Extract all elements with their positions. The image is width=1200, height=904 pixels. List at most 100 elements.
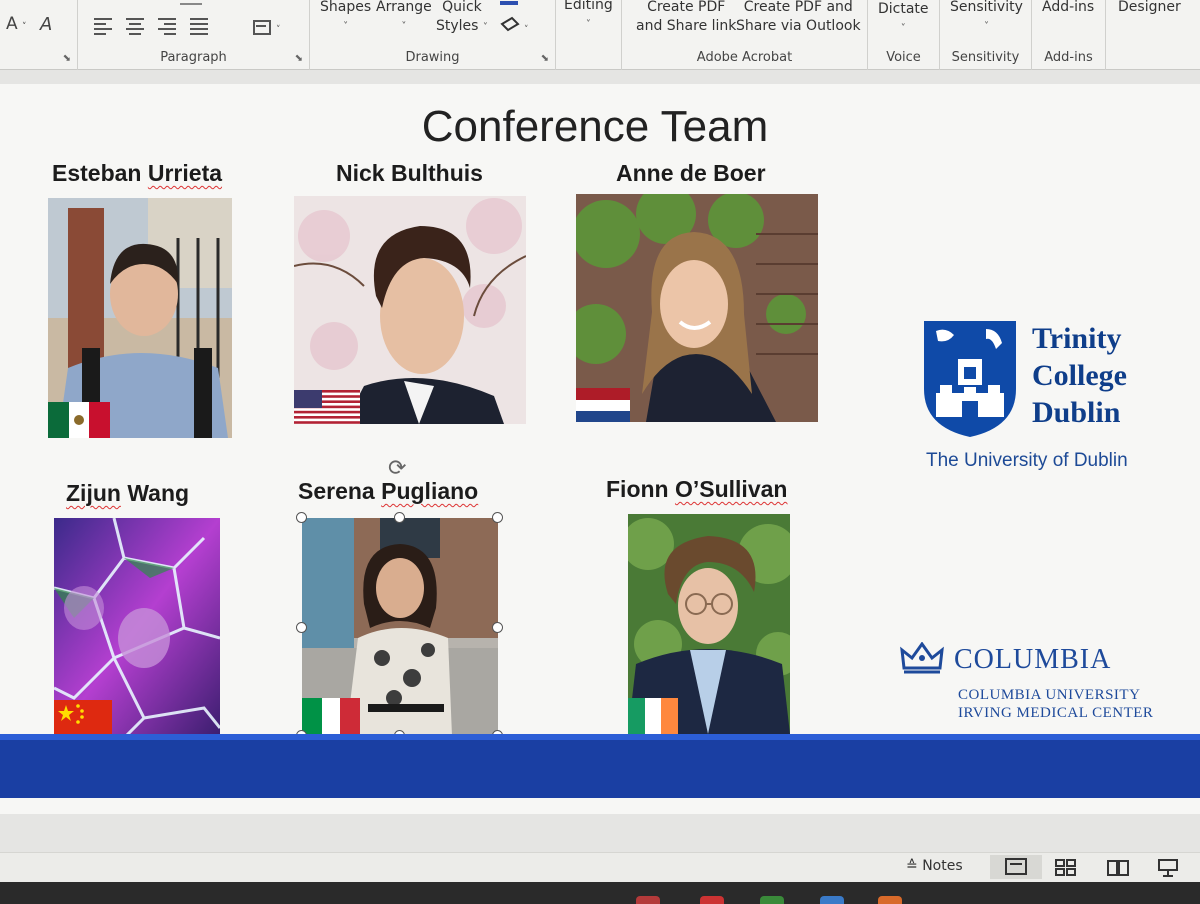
member-name-anne[interactable]: Anne de Boer bbox=[616, 160, 766, 187]
reading-view-button[interactable] bbox=[1106, 858, 1130, 882]
font-size-icon[interactable]: A bbox=[6, 14, 18, 34]
powerpoint-window: A ˅ A ⬊ ˅ Paragraph ⬊ Shapes ˅ Arrange ˅… bbox=[0, 0, 1200, 904]
member-photo-anne[interactable] bbox=[576, 194, 818, 422]
addins-button-label: Add-ins bbox=[1042, 0, 1095, 15]
china-flag-icon bbox=[54, 700, 112, 738]
designer-button[interactable]: Designer bbox=[1118, 0, 1181, 17]
create-pdf-share-link-button[interactable]: Create PDF and Share link bbox=[636, 0, 736, 36]
sensitivity-button[interactable]: Sensitivity ˅ bbox=[950, 0, 1023, 36]
dictate-button[interactable]: Dictate ˅ bbox=[878, 0, 929, 38]
notes-label: Notes bbox=[922, 858, 963, 874]
columbia-subtitle-line-2: IRVING MEDICAL CENTER bbox=[958, 705, 1154, 721]
drawing-dialog-launcher-icon[interactable]: ⬊ bbox=[541, 53, 549, 64]
member-name-last: Urrieta bbox=[147, 160, 223, 186]
member-photo-fionn[interactable] bbox=[628, 514, 790, 734]
addins-group: Add-ins Add-ins bbox=[1032, 0, 1106, 70]
slide-sorter-button[interactable] bbox=[1054, 858, 1078, 882]
columbia-wordmark: COLUMBIA bbox=[954, 644, 1112, 675]
line-spacing-icon[interactable] bbox=[178, 0, 208, 10]
rotate-handle-icon[interactable]: ⟳ bbox=[388, 456, 406, 481]
text-style-icon[interactable]: A bbox=[40, 14, 52, 35]
chevron-down-icon: ˅ bbox=[22, 22, 27, 32]
create-pdf-label-2: and Share link bbox=[636, 18, 737, 34]
quick-styles-button[interactable]: Quick Styles ˅ bbox=[436, 0, 488, 37]
sensitivity-group-label: Sensitivity bbox=[951, 50, 1020, 65]
columbia-subtitle: COLUMBIA UNIVERSITY IRVING MEDICAL CENTE… bbox=[958, 686, 1153, 722]
slideshow-button[interactable] bbox=[1156, 858, 1180, 882]
tcd-line-1: Trinity bbox=[1032, 322, 1122, 355]
addins-group-label: Add-ins bbox=[1044, 50, 1093, 65]
resize-handle-e[interactable] bbox=[492, 622, 503, 633]
quick-styles-label-1: Quick bbox=[442, 0, 482, 15]
member-photo-esteban[interactable] bbox=[48, 198, 232, 438]
normal-view-button[interactable] bbox=[990, 855, 1042, 879]
app-icon[interactable] bbox=[700, 896, 724, 904]
voice-group-label: Voice bbox=[886, 50, 921, 65]
columbia-subtitle-line-1: COLUMBIA UNIVERSITY bbox=[958, 687, 1141, 703]
usa-flag-icon bbox=[294, 390, 360, 424]
app-icon[interactable] bbox=[820, 896, 844, 904]
member-photo-zijun[interactable] bbox=[54, 518, 220, 738]
slideshow-icon bbox=[1158, 859, 1178, 877]
resize-handle-w[interactable] bbox=[296, 622, 307, 633]
svg-text:˅: ˅ bbox=[524, 25, 529, 35]
tcd-crest-icon[interactable] bbox=[922, 319, 1018, 439]
chevron-down-icon: ˅ bbox=[401, 21, 407, 32]
editing-button[interactable]: Editing ˅ bbox=[564, 0, 613, 34]
member-name-nick[interactable]: Nick Bulthuis bbox=[336, 160, 483, 187]
member-name-first: Fionn bbox=[606, 476, 675, 502]
paragraph-group: ˅ Paragraph ⬊ bbox=[78, 0, 310, 70]
adobe-acrobat-group-label: Adobe Acrobat bbox=[696, 50, 793, 65]
shape-fill-icon[interactable]: ˅ bbox=[496, 0, 536, 40]
font-dialog-launcher-icon[interactable]: ⬊ bbox=[63, 53, 71, 64]
app-icon[interactable] bbox=[636, 896, 660, 904]
slide-title[interactable]: Conference Team bbox=[330, 102, 860, 152]
member-name-last: O’Sullivan bbox=[674, 476, 788, 502]
column-layout-icon[interactable]: ˅ bbox=[252, 18, 292, 38]
editing-group: Editing ˅ bbox=[556, 0, 622, 70]
shapes-label: Shapes bbox=[320, 0, 372, 15]
member-name-esteban[interactable]: Esteban Urrieta bbox=[52, 160, 222, 187]
chevron-down-icon: ˅ bbox=[343, 21, 349, 32]
member-name-first: Zijun bbox=[66, 480, 121, 506]
sensitivity-group: Sensitivity ˅ Sensitivity bbox=[940, 0, 1032, 70]
resize-handle-n[interactable] bbox=[394, 512, 405, 523]
slide[interactable]: Conference Team Esteban Urrieta Nick Bul… bbox=[0, 84, 1200, 814]
paragraph-dialog-launcher-icon[interactable]: ⬊ bbox=[295, 53, 303, 64]
tcd-wordmark: Trinity College Dublin bbox=[1032, 320, 1127, 431]
voice-group: Dictate ˅ Voice bbox=[868, 0, 940, 70]
create-pdf-outlook-button[interactable]: Create PDF and Share via Outlook bbox=[736, 0, 861, 36]
notes-button[interactable]: ≙ Notes bbox=[906, 858, 963, 874]
arrange-button[interactable]: Arrange ˅ bbox=[376, 0, 432, 36]
addins-button[interactable]: Add-ins bbox=[1042, 0, 1094, 17]
app-icon[interactable] bbox=[760, 896, 784, 904]
chevron-down-icon: ˅ bbox=[900, 23, 906, 34]
tcd-line-3: Dublin bbox=[1032, 396, 1121, 429]
columbia-crown-icon[interactable] bbox=[900, 642, 944, 674]
member-name-serena[interactable]: Serena Pugliano bbox=[298, 478, 478, 505]
member-name-zijun[interactable]: Zijun Wang bbox=[66, 480, 189, 507]
resize-handle-nw[interactable] bbox=[296, 512, 307, 523]
member-name-last: Pugliano bbox=[381, 478, 479, 504]
dictate-label: Dictate bbox=[878, 1, 929, 17]
member-photo-nick[interactable] bbox=[294, 196, 526, 424]
chevron-down-icon: ˅ bbox=[482, 22, 488, 33]
member-photo-serena[interactable] bbox=[302, 518, 498, 736]
ireland-flag-icon bbox=[628, 698, 678, 734]
member-name-last: Wang bbox=[120, 480, 190, 506]
shapes-button[interactable]: Shapes ˅ bbox=[320, 0, 371, 36]
tcd-subtitle: The University of Dublin bbox=[926, 450, 1128, 471]
quick-styles-label-2: Styles bbox=[436, 18, 479, 34]
chevron-down-icon: ˅ bbox=[585, 19, 591, 30]
alignment-icons[interactable] bbox=[92, 16, 222, 38]
taskbar bbox=[0, 882, 1200, 904]
chevron-down-icon: ˅ bbox=[983, 21, 989, 32]
create-pdf-label-1: Create PDF bbox=[647, 0, 726, 15]
member-name-fionn[interactable]: Fionn O’Sullivan bbox=[606, 476, 787, 503]
ribbon: A ˅ A ⬊ ˅ Paragraph ⬊ Shapes ˅ Arrange ˅… bbox=[0, 0, 1200, 70]
app-icon[interactable] bbox=[878, 896, 902, 904]
slide-canvas: Conference Team Esteban Urrieta Nick Bul… bbox=[0, 70, 1200, 856]
resize-handle-ne[interactable] bbox=[492, 512, 503, 523]
slide-sorter-icon bbox=[1055, 859, 1076, 876]
mexico-flag-icon bbox=[48, 402, 110, 438]
